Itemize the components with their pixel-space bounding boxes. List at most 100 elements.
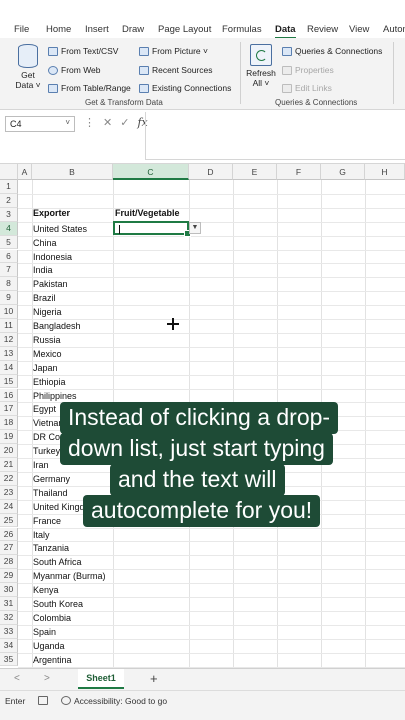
row-header-28[interactable]: 28	[0, 555, 18, 570]
row-header-22[interactable]: 22	[0, 471, 18, 486]
row-header-35[interactable]: 35	[0, 652, 18, 667]
cell-exporter[interactable]: Tanzania	[33, 543, 69, 553]
column-header-h[interactable]: H	[365, 164, 405, 180]
sheet-tab-sheet1[interactable]: Sheet1	[78, 669, 124, 689]
cell-exporter[interactable]: Iran	[33, 460, 49, 470]
enter-icon[interactable]: ✓	[120, 116, 129, 129]
tab-automate[interactable]: Autom	[383, 24, 405, 35]
cell-exporter[interactable]: Ethiopia	[33, 377, 66, 387]
row-header-6[interactable]: 6	[0, 249, 18, 264]
existing-connections-button[interactable]: Existing Connections	[139, 83, 231, 93]
row-header-10[interactable]: 10	[0, 305, 18, 319]
cell-exporter[interactable]: Japan	[33, 363, 58, 373]
cell-exporter[interactable]: Myanmar (Burma)	[33, 571, 106, 581]
row-header-20[interactable]: 20	[0, 444, 18, 458]
more-options-icon[interactable]: ⋮	[84, 116, 95, 129]
cell-exporter[interactable]: Germany	[33, 474, 70, 484]
formula-input[interactable]	[145, 112, 405, 160]
row-header-27[interactable]: 27	[0, 541, 18, 556]
add-sheet-icon[interactable]: +	[150, 671, 158, 686]
row-header-3[interactable]: 3	[0, 207, 18, 222]
row-header-5[interactable]: 5	[0, 235, 18, 250]
row-header-32[interactable]: 32	[0, 610, 18, 625]
row-header-17[interactable]: 17	[0, 402, 18, 417]
select-all-corner[interactable]	[0, 164, 18, 180]
cell-exporter[interactable]: Spain	[33, 627, 56, 637]
row-header-9[interactable]: 9	[0, 291, 18, 306]
cell-exporter[interactable]: Thailand	[33, 488, 68, 498]
row-header-24[interactable]: 24	[0, 499, 18, 514]
recent-sources-button[interactable]: Recent Sources	[139, 65, 212, 75]
column-header-d[interactable]: D	[189, 164, 233, 180]
chevron-right-icon[interactable]: >	[44, 673, 50, 684]
cell-exporter[interactable]: Philippines	[33, 391, 77, 401]
cell-exporter[interactable]: South Africa	[33, 557, 82, 567]
cell-exporter[interactable]: Nigeria	[33, 307, 62, 317]
cell-exporter[interactable]: Indonesia	[33, 252, 72, 262]
row-header-16[interactable]: 16	[0, 388, 18, 403]
row-header-14[interactable]: 14	[0, 360, 18, 375]
cell-exporter[interactable]: India	[33, 265, 53, 275]
row-header-13[interactable]: 13	[0, 346, 18, 361]
get-data-button[interactable]: Get Data ˅	[12, 44, 44, 90]
cell-exporter[interactable]: South Korea	[33, 599, 83, 609]
cell-exporter[interactable]: Pakistan	[33, 279, 68, 289]
cell-exporter[interactable]: France	[33, 516, 61, 526]
dropdown-arrow-button[interactable]: ▼	[189, 222, 201, 234]
row-header-21[interactable]: 21	[0, 458, 18, 472]
cell-exporter[interactable]: United States	[33, 224, 87, 234]
from-picture-button[interactable]: From Picture ˅	[139, 46, 208, 56]
tab-insert[interactable]: Insert	[85, 24, 109, 35]
tab-page-layout[interactable]: Page Layout	[158, 24, 211, 35]
properties-button[interactable]: Properties	[282, 65, 334, 75]
column-header-g[interactable]: G	[321, 164, 365, 180]
row-header-11[interactable]: 11	[0, 319, 18, 333]
queries-connections-button[interactable]: Queries & Connections	[282, 46, 382, 56]
row-header-25[interactable]: 25	[0, 513, 18, 528]
cell-exporter[interactable]: Argentina	[33, 655, 72, 665]
tab-view[interactable]: View	[349, 24, 369, 35]
column-header-e[interactable]: E	[233, 164, 277, 180]
active-cell-c4[interactable]	[113, 221, 191, 237]
row-header-26[interactable]: 26	[0, 527, 18, 542]
cell-exporter[interactable]: Colombia	[33, 613, 71, 623]
row-header-18[interactable]: 18	[0, 416, 18, 431]
from-table-range-button[interactable]: From Table/Range	[48, 83, 131, 93]
accessibility-icon[interactable]	[61, 696, 71, 705]
tab-draw[interactable]: Draw	[122, 24, 144, 35]
from-text-csv-button[interactable]: From Text/CSV	[48, 46, 118, 56]
row-header-4[interactable]: 4	[0, 221, 18, 236]
cell-exporter[interactable]: China	[33, 238, 57, 248]
tab-data[interactable]: Data	[275, 24, 296, 39]
row-header-19[interactable]: 19	[0, 430, 18, 445]
row-header-23[interactable]: 23	[0, 485, 18, 500]
column-header-f[interactable]: F	[277, 164, 321, 180]
cell-exporter[interactable]: Russia	[33, 335, 61, 345]
cell-c3-header-fruit[interactable]: Fruit/Vegetable	[115, 208, 180, 218]
cell-exporter[interactable]: Turkey	[33, 446, 60, 456]
from-web-button[interactable]: From Web	[48, 65, 101, 75]
cell-exporter[interactable]: Italy	[33, 530, 50, 540]
row-header-31[interactable]: 31	[0, 597, 18, 611]
cell-exporter[interactable]: Egypt	[33, 404, 56, 414]
row-header-8[interactable]: 8	[0, 277, 18, 292]
row-header-34[interactable]: 34	[0, 638, 18, 653]
accessibility-status[interactable]: Accessibility: Good to go	[74, 696, 167, 706]
column-header-b[interactable]: B	[32, 164, 113, 180]
chevron-down-icon[interactable]: ˅	[65, 118, 70, 127]
row-header-2[interactable]: 2	[0, 193, 18, 208]
tab-file[interactable]: File	[14, 24, 29, 35]
cell-exporter[interactable]: Bangladesh	[33, 321, 81, 331]
name-box[interactable]: C4 ˅	[5, 116, 75, 132]
row-header-1[interactable]: 1	[0, 180, 18, 194]
tab-home[interactable]: Home	[46, 24, 71, 35]
chevron-left-icon[interactable]: <	[14, 673, 20, 684]
column-header-a[interactable]: A	[18, 164, 32, 180]
cell-exporter[interactable]: Uganda	[33, 641, 65, 651]
cell-b3-header-exporter[interactable]: Exporter	[33, 208, 70, 218]
cell-exporter[interactable]: Brazil	[33, 293, 56, 303]
column-header-c[interactable]: C	[113, 164, 189, 180]
row-header-12[interactable]: 12	[0, 332, 18, 347]
row-header-30[interactable]: 30	[0, 583, 18, 597]
tab-review[interactable]: Review	[307, 24, 338, 35]
